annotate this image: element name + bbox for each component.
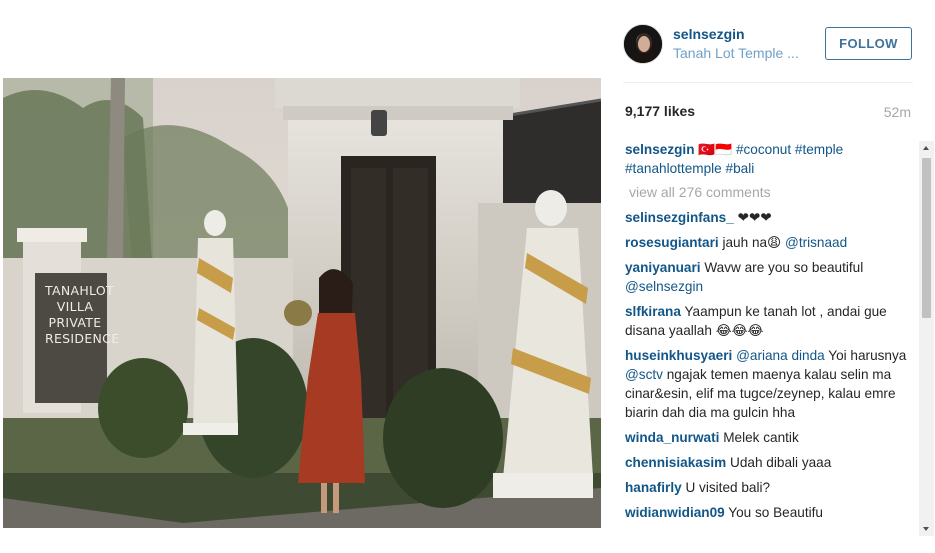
header-divider — [623, 82, 913, 83]
comments-scrollbar[interactable] — [919, 141, 934, 536]
comment-mention[interactable]: @trisnaad — [785, 235, 847, 250]
comment-item: winda_nurwati Melek cantik — [625, 428, 917, 447]
comment-text: jauh na😩 — [718, 235, 786, 250]
comment-username[interactable]: chennisiakasim — [625, 455, 726, 470]
sign-line: VILLA — [56, 299, 94, 314]
caption-username[interactable]: selnsezgin — [625, 142, 695, 157]
comment-text: U visited bali? — [681, 480, 771, 495]
comment-text: Wavw are you so beautiful — [700, 260, 864, 275]
caption-emoji: 🇹🇷🇮🇩 — [698, 142, 733, 157]
triangle-up-icon — [923, 146, 929, 150]
post-username[interactable]: selnsezgin — [673, 26, 745, 42]
comment-item: slfkirana Yaampun ke tanah lot , andai g… — [625, 302, 917, 340]
comment-mention[interactable]: @ariana — [736, 348, 788, 363]
scroll-up-button[interactable] — [919, 141, 934, 156]
comment-username[interactable]: slfkirana — [625, 304, 681, 319]
post-photo[interactable]: TANAHLOT VILLA PRIVATE RESIDENCE — [3, 78, 601, 528]
comment-username[interactable]: hanafirly — [625, 480, 682, 495]
scrollbar-thumb[interactable] — [922, 158, 931, 318]
view-all-comments-link[interactable]: view all 276 comments — [629, 184, 917, 200]
post-age[interactable]: 52m — [884, 104, 911, 120]
comment-username[interactable]: yaniyanuari — [625, 260, 701, 275]
sign-line: TANAHLOT — [45, 283, 114, 298]
comment-item: selinsezginfans_ ❤❤❤ — [625, 208, 917, 227]
villa-sign-text: TANAHLOT VILLA PRIVATE RESIDENCE — [45, 283, 120, 347]
comment-item: rosesugiantari jauh na😩 @trisnaad — [625, 233, 917, 252]
triangle-down-icon — [923, 527, 929, 531]
comment-mention[interactable]: @selnsezgin — [625, 279, 703, 294]
comment-item: yaniyanuari Wavw are you so beautiful @s… — [625, 258, 917, 296]
follow-button[interactable]: FOLLOW — [825, 27, 912, 60]
comment-item: huseinkhusyaeri @ariana dinda Yoi harusn… — [625, 346, 917, 422]
sign-line: RESIDENCE — [45, 331, 120, 346]
comment-item: widianwidian09 You so Beautifu — [625, 503, 917, 522]
scroll-down-button[interactable] — [919, 521, 934, 536]
likes-count[interactable]: 9,177 likes — [625, 103, 695, 119]
comment-text: Yoi harusnya — [824, 348, 907, 363]
post-location[interactable]: Tanah Lot Temple ... — [673, 45, 811, 61]
comment-username[interactable]: rosesugiantari — [625, 235, 719, 250]
comment-text: Melek cantik — [719, 430, 799, 445]
comments-list: selnsezgin 🇹🇷🇮🇩 #coconut #temple #tanahl… — [625, 140, 917, 540]
comment-text: Udah dibali yaaa — [726, 455, 832, 470]
comment-mention[interactable]: @sctv — [625, 367, 663, 382]
post-side-panel: selnsezgin Tanah Lot Temple ... FOLLOW 9… — [601, 0, 935, 553]
comment-text: ngajak temen maenya kalau selin ma cinar… — [625, 367, 896, 420]
comment-username[interactable]: winda_nurwati — [625, 430, 719, 445]
comment-username[interactable]: huseinkhusyaeri — [625, 348, 732, 363]
post-card: TANAHLOT VILLA PRIVATE RESIDENCE selnsez… — [0, 0, 935, 553]
comment-text: You so Beautifu — [724, 505, 823, 520]
comment-text: ❤❤❤ — [733, 210, 772, 225]
post-header: selnsezgin Tanah Lot Temple ... FOLLOW — [601, 0, 935, 82]
avatar-image — [624, 25, 662, 63]
caption: selnsezgin 🇹🇷🇮🇩 #coconut #temple #tanahl… — [625, 140, 917, 178]
comment-username[interactable]: widianwidian09 — [625, 505, 725, 520]
comment-item: hanafirly U visited bali? — [625, 478, 917, 497]
comment-item: chennisiakasim Udah dibali yaaa — [625, 453, 917, 472]
avatar[interactable] — [623, 24, 663, 64]
comment-mention[interactable]: dinda — [791, 348, 824, 363]
comment-username[interactable]: selinsezginfans_ — [625, 210, 734, 225]
sign-line: PRIVATE — [48, 315, 102, 330]
